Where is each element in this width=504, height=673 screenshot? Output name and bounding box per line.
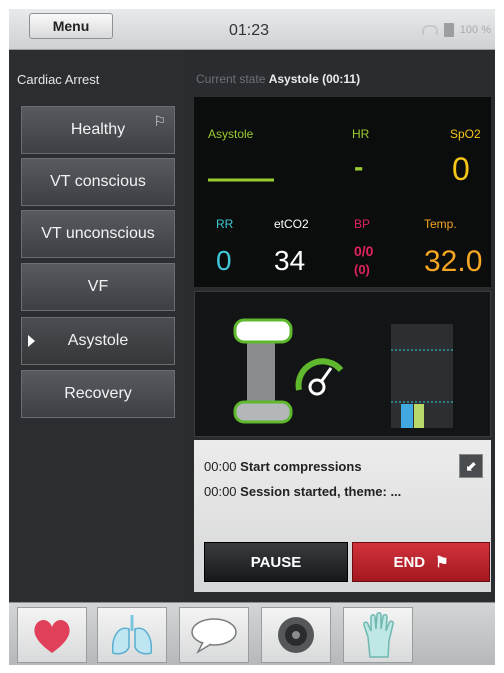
- log-time: 00:00: [204, 459, 237, 474]
- bp-mean-value: (0): [354, 262, 370, 277]
- sound-button[interactable]: [261, 607, 331, 663]
- rhythm-label: Asystole: [208, 127, 254, 141]
- rr-label: RR: [216, 217, 234, 231]
- scenario-sidebar: Cardiac Arrest Healthy ⚐ VT conscious VT…: [9, 50, 189, 602]
- ventilation-bar-blue: [401, 404, 413, 428]
- speech-button[interactable]: [179, 607, 249, 663]
- lungs-button[interactable]: [97, 607, 167, 663]
- event-log-panel: 00:00 Start compressions 00:00 Session s…: [194, 440, 491, 592]
- compression-bottom-pill: [233, 400, 293, 424]
- state-button-vf[interactable]: VF: [21, 263, 175, 311]
- log-time: 00:00: [204, 484, 237, 499]
- speech-bubble-icon: [191, 618, 237, 655]
- expand-icon[interactable]: ⬋: [459, 454, 483, 478]
- state-label: VT conscious: [50, 173, 146, 190]
- current-state-line: Current state Asystole (00:11): [196, 72, 360, 86]
- pause-button[interactable]: PAUSE: [204, 542, 348, 582]
- rr-value: 0: [216, 245, 232, 276]
- log-entry: 00:00 Start compressions: [204, 459, 362, 474]
- heart-button[interactable]: [17, 607, 87, 663]
- spo2-label: SpO2: [450, 127, 481, 141]
- flag-icon: ⚐: [153, 113, 166, 129]
- rate-gauge-needle: [319, 367, 333, 383]
- state-label: Recovery: [64, 385, 132, 402]
- etco2-label: etCO2: [274, 217, 309, 231]
- spo2-value: 0: [452, 151, 470, 187]
- status-icons: 100 %: [421, 23, 491, 37]
- heart-icon: [34, 620, 70, 653]
- battery-icon: [443, 23, 454, 37]
- log-text: Session started, theme: ...: [240, 484, 402, 499]
- scenario-title: Cardiac Arrest: [17, 72, 100, 87]
- clock: 01:23: [229, 22, 270, 39]
- bp-value: 0/0: [354, 243, 374, 259]
- glove-button[interactable]: [343, 607, 413, 663]
- glove-icon: [363, 612, 394, 658]
- temp-label: Temp.: [424, 217, 457, 231]
- state-button-asystole[interactable]: Asystole: [21, 317, 175, 365]
- speaker-icon: [278, 617, 314, 653]
- rate-gauge-arc: [295, 358, 344, 391]
- hr-value: -: [354, 151, 364, 182]
- battery-text: 100 %: [459, 24, 491, 36]
- state-button-recovery[interactable]: Recovery: [21, 370, 175, 418]
- cpr-feedback-graphic: [233, 318, 453, 428]
- top-bar: Menu 01:23 100 %: [9, 9, 495, 50]
- end-label: END: [393, 553, 426, 571]
- current-state-prefix: Current state: [196, 72, 266, 86]
- menu-button[interactable]: Menu: [29, 13, 113, 39]
- end-button[interactable]: END ⚑: [352, 542, 490, 582]
- state-label: VF: [87, 278, 109, 295]
- state-button-vt-unconscious[interactable]: VT unconscious: [21, 210, 175, 258]
- etco2-value: 34: [274, 245, 306, 276]
- temp-value: 32.0: [424, 245, 483, 278]
- selected-arrow-icon: [28, 335, 35, 347]
- lungs-icon: [111, 615, 153, 655]
- checkered-flag-icon: ⚑: [435, 554, 449, 571]
- state-button-healthy[interactable]: Healthy ⚐: [21, 106, 175, 154]
- hr-label: HR: [352, 127, 370, 141]
- state-label: Asystole: [67, 332, 129, 349]
- bp-label: BP: [354, 217, 371, 231]
- cpr-feedback-panel: [194, 291, 491, 437]
- flatline-trace: [208, 178, 274, 182]
- current-state-value: Asystole (00:11): [268, 72, 361, 86]
- state-label: Healthy: [70, 121, 126, 138]
- compression-top-pill: [233, 318, 293, 344]
- log-text: Start compressions: [240, 459, 362, 474]
- vitals-monitor: Asystole HR - SpO2 0 RR 0 etCO2 34 BP 0/…: [194, 97, 491, 287]
- bottom-toolbar: [9, 602, 495, 665]
- state-label: VT unconscious: [41, 225, 155, 242]
- compression-depth-bar: [247, 338, 275, 410]
- ventilation-bar-green: [414, 404, 424, 428]
- state-button-vt-conscious[interactable]: VT conscious: [21, 158, 175, 206]
- simulator-device: Menu 01:23 100 % Cardiac Arrest Healthy …: [9, 9, 495, 665]
- log-entry: 00:00 Session started, theme: ...: [204, 484, 401, 499]
- signal-icon: [421, 25, 438, 35]
